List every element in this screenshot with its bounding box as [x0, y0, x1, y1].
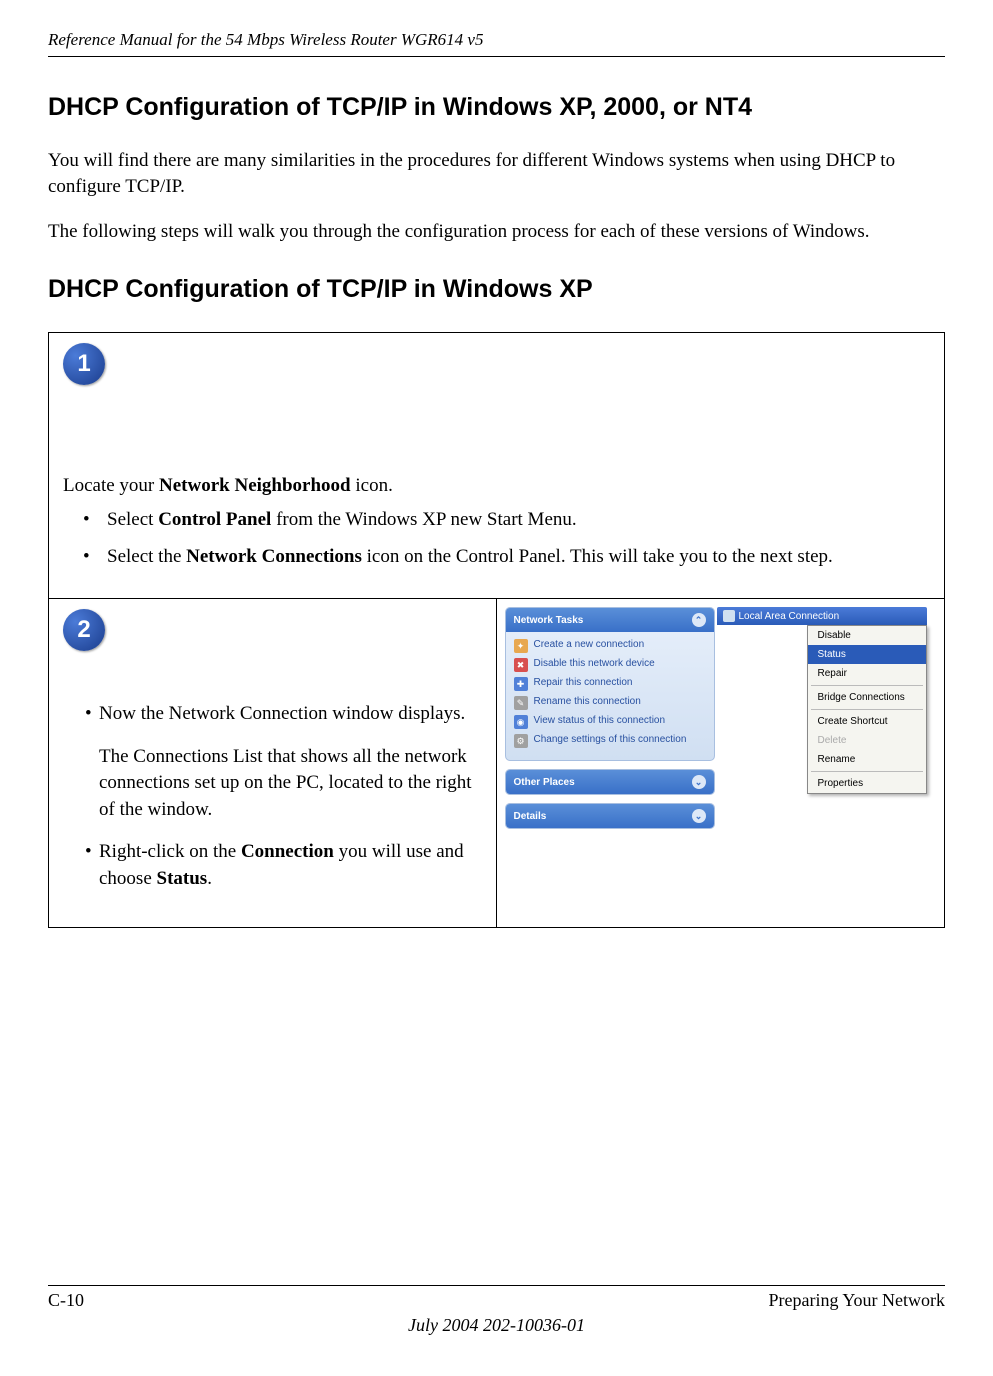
xp-screenshot: Network Tasks ⌃ ✦Create a new connection…	[505, 607, 937, 837]
menu-separator	[811, 685, 923, 686]
menu-delete: Delete	[808, 731, 926, 750]
collapse-icon[interactable]: ⌃	[692, 613, 706, 627]
manual-title-header: Reference Manual for the 54 Mbps Wireles…	[48, 30, 945, 57]
s2b2-bold2: Status	[157, 868, 208, 889]
xp-tasks-panel: Network Tasks ⌃ ✦Create a new connection…	[505, 607, 715, 837]
create-connection-icon: ✦	[514, 639, 528, 653]
local-area-connection-header[interactable]: Local Area Connection	[717, 607, 927, 625]
network-tasks-box: Network Tasks ⌃ ✦Create a new connection…	[505, 607, 715, 761]
task-create-connection[interactable]: ✦Create a new connection	[514, 639, 706, 653]
b1-post: from the Windows XP new Start Menu.	[271, 509, 576, 530]
locate-pre: Locate your	[63, 475, 159, 496]
footer-date-doc: July 2004 202-10036-01	[48, 1315, 945, 1336]
step-1-locate-line: Locate your Network Neighborhood icon.	[63, 475, 930, 497]
step-1-badge: 1	[63, 343, 105, 385]
b2-bold: Network Connections	[186, 546, 362, 567]
step-2-badge: 2	[63, 609, 105, 651]
other-places-title: Other Places	[514, 777, 575, 788]
subsection-heading: DHCP Configuration of TCP/IP in Windows …	[48, 275, 945, 304]
collapse-icon[interactable]: ⌄	[692, 809, 706, 823]
footer-section-name: Preparing Your Network	[769, 1290, 945, 1311]
details-box: Details ⌄	[505, 803, 715, 829]
menu-shortcut[interactable]: Create Shortcut	[808, 712, 926, 731]
task-change-settings[interactable]: ⚙Change settings of this connection	[514, 734, 706, 748]
s2b2-post: .	[207, 868, 212, 889]
lac-icon	[723, 610, 735, 622]
b2-post: icon on the Control Panel. This will tak…	[362, 546, 833, 567]
section-heading: DHCP Configuration of TCP/IP in Windows …	[48, 93, 945, 122]
other-places-box: Other Places ⌄	[505, 769, 715, 795]
locate-bold: Network Neighborhood	[159, 475, 351, 496]
rename-icon: ✎	[514, 696, 528, 710]
repair-icon: ✚	[514, 677, 528, 691]
step-2-bullet-1: Now the Network Connection window displa…	[85, 701, 492, 728]
other-places-header[interactable]: Other Places ⌄	[506, 770, 714, 794]
b1-bold: Control Panel	[158, 509, 271, 530]
network-tasks-title: Network Tasks	[514, 615, 584, 626]
collapse-icon[interactable]: ⌄	[692, 775, 706, 789]
step-1-bullet-2: Select the Network Connections icon on t…	[63, 544, 930, 571]
intro-paragraph-1: You will find there are many similaritie…	[48, 148, 945, 199]
context-menu: Disable Status Repair Bridge Connections…	[807, 625, 927, 794]
settings-icon: ⚙	[514, 734, 528, 748]
intro-paragraph-2: The following steps will walk you throug…	[48, 219, 945, 245]
step-2-bullet-2: Right-click on the Connection you will u…	[85, 839, 492, 892]
footer-page-number: C-10	[48, 1290, 84, 1311]
locate-post: icon.	[351, 475, 393, 496]
menu-bridge[interactable]: Bridge Connections	[808, 688, 926, 707]
network-tasks-body: ✦Create a new connection ✖Disable this n…	[506, 632, 714, 760]
menu-disable[interactable]: Disable	[808, 626, 926, 645]
task-view-status[interactable]: ◉View status of this connection	[514, 715, 706, 729]
menu-separator	[811, 771, 923, 772]
b1-pre: Select	[107, 509, 158, 530]
s2b2-pre: Right-click on the	[99, 841, 241, 862]
menu-status[interactable]: Status	[808, 645, 926, 664]
details-header[interactable]: Details ⌄	[506, 804, 714, 828]
b2-pre: Select the	[107, 546, 186, 567]
steps-table: 1 Locate your Network Neighborhood icon.…	[48, 332, 945, 928]
disable-device-icon: ✖	[514, 658, 528, 672]
task-rename-connection[interactable]: ✎Rename this connection	[514, 696, 706, 710]
step-1-cell: 1 Locate your Network Neighborhood icon.…	[49, 333, 944, 599]
step-2-right-cell: Network Tasks ⌃ ✦Create a new connection…	[497, 599, 945, 927]
task-disable-device[interactable]: ✖Disable this network device	[514, 658, 706, 672]
network-tasks-header[interactable]: Network Tasks ⌃	[506, 608, 714, 632]
step-2-row: 2 Now the Network Connection window disp…	[49, 599, 944, 927]
details-title: Details	[514, 811, 547, 822]
step-2-left-cell: 2 Now the Network Connection window disp…	[49, 599, 497, 927]
page-footer: C-10 Preparing Your Network July 2004 20…	[48, 1285, 945, 1336]
menu-separator	[811, 709, 923, 710]
status-icon: ◉	[514, 715, 528, 729]
menu-repair[interactable]: Repair	[808, 664, 926, 683]
xp-right-column: Local Area Connection Disable Status Rep…	[717, 607, 927, 837]
task-repair-connection[interactable]: ✚Repair this connection	[514, 677, 706, 691]
step-2-subpara: The Connections List that shows all the …	[85, 744, 492, 824]
menu-rename[interactable]: Rename	[808, 750, 926, 769]
s2b2-bold1: Connection	[241, 841, 334, 862]
menu-properties[interactable]: Properties	[808, 774, 926, 793]
step-1-bullet-1: Select Control Panel from the Windows XP…	[63, 507, 930, 534]
lac-label: Local Area Connection	[739, 611, 840, 622]
